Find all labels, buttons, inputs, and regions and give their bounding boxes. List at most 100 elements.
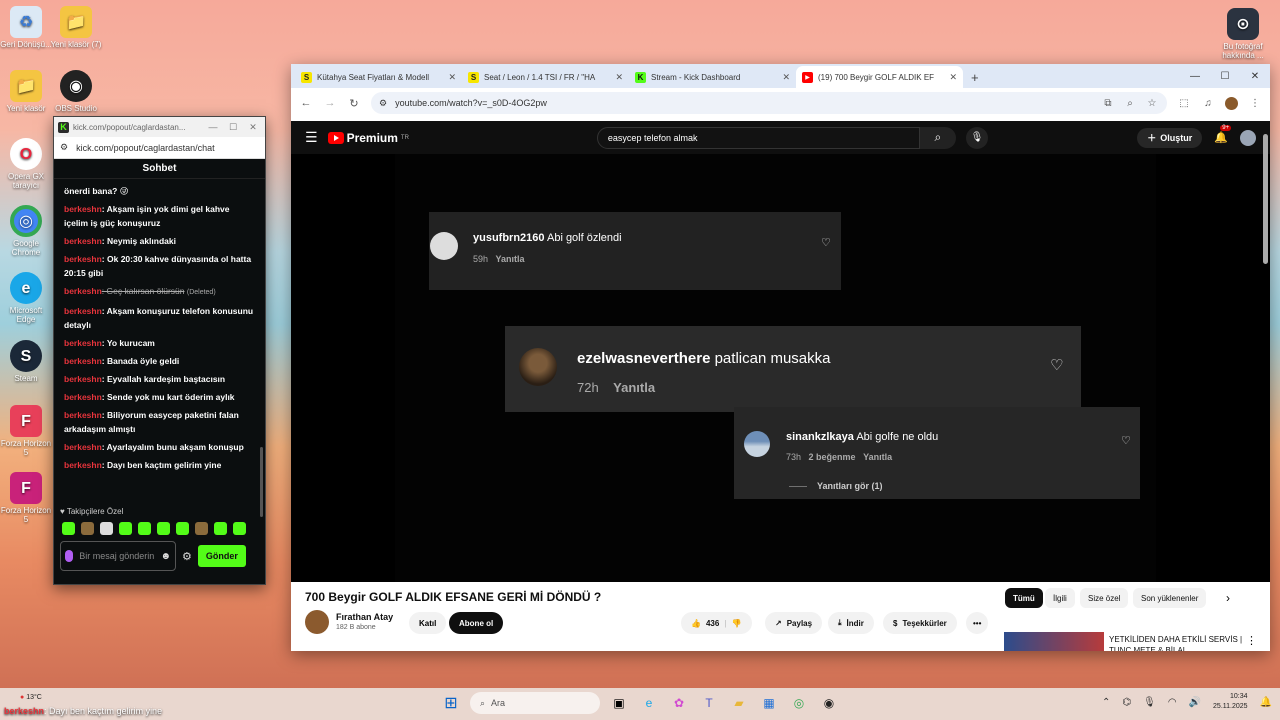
site-settings-icon[interactable]: ⚙ [60, 142, 68, 153]
desktop-icon-forza-horizon[interactable]: F Forza Horizon 5 [0, 405, 52, 457]
emote-icon[interactable] [233, 522, 246, 535]
bookmark-star-icon[interactable]: ☆ [1145, 98, 1159, 109]
desktop-icon-recycle-bin[interactable]: ♻ Geri Dönüşü... [0, 6, 52, 49]
account-avatar[interactable] [1240, 129, 1256, 146]
browser-menu-icon[interactable]: ⋮ [1248, 98, 1262, 109]
chat-username[interactable]: berkeshn [64, 286, 102, 296]
close-icon[interactable]: ✕ [245, 122, 261, 133]
chat-username[interactable]: berkeshn [64, 374, 102, 384]
chevron-right-icon[interactable]: › [1226, 591, 1230, 605]
send-button[interactable]: Gönder [197, 545, 246, 567]
microphone-icon[interactable]: 🎙 [965, 126, 988, 149]
weather-widget[interactable]: ● 13°C [20, 694, 42, 701]
emote-icon[interactable] [81, 522, 94, 535]
notifications-icon[interactable]: 🔔 [1260, 697, 1272, 708]
store-icon[interactable]: ▦ [758, 692, 780, 714]
taskbar-search[interactable]: ⌕ Ara [470, 692, 600, 714]
voice-icon[interactable] [65, 550, 73, 562]
teams-icon[interactable]: T [698, 692, 720, 714]
channel-name[interactable]: Fırathan Atay [336, 612, 393, 622]
address-bar[interactable]: ⚙ youtube.com/watch?v=_s0D-4OG2pw ⧉ ⌕ ☆ [371, 92, 1167, 114]
emote-icon[interactable] [138, 522, 151, 535]
desktop-icon-photo-info[interactable]: ⊙ Bu fotoğraf hakkında ... [1215, 8, 1271, 60]
site-info-icon[interactable]: ⚙ [379, 98, 387, 109]
tab-close-icon[interactable]: ✕ [615, 72, 623, 83]
chevron-up-icon[interactable]: ⌃ [1102, 697, 1110, 708]
emoji-icon[interactable]: ☻ [160, 551, 171, 562]
task-view-icon[interactable]: ▣ [608, 692, 630, 714]
chat-username[interactable]: berkeshn [64, 392, 102, 402]
emote-icon[interactable] [100, 522, 113, 535]
chrome-icon[interactable]: ◎ [788, 692, 810, 714]
copilot-icon[interactable]: ✿ [668, 692, 690, 714]
zoom-icon[interactable]: ⌕ [1123, 98, 1137, 109]
reload-icon[interactable]: ↻ [347, 97, 361, 110]
tab-close-icon[interactable]: ✕ [448, 72, 456, 83]
obs-icon[interactable]: ◉ [818, 692, 840, 714]
recommended-title[interactable]: YETKİLİDEN DAHA ETKİLİ SERVİS | TUNÇ MET… [1109, 634, 1244, 651]
chat-username[interactable]: berkeshn [64, 254, 102, 264]
chip-all[interactable]: Tümü [1005, 588, 1043, 608]
join-button[interactable]: Katıl [409, 612, 447, 634]
extensions-icon[interactable]: ⬚ [1177, 98, 1191, 109]
install-app-icon[interactable]: ⧉ [1101, 98, 1115, 109]
chat-username[interactable]: berkeshn [64, 204, 102, 214]
tab-youtube-video[interactable]: ▶ (19) 700 Beygir GOLF ALDIK EF ✕ [796, 66, 963, 88]
search-icon[interactable]: ⌕ [919, 126, 956, 149]
recommended-thumbnail[interactable] [1004, 632, 1104, 651]
desktop-icon-edge[interactable]: e Microsoft Edge [0, 272, 52, 324]
chat-username[interactable]: berkeshn [64, 442, 102, 452]
emote-icon[interactable] [195, 522, 208, 535]
thanks-button[interactable]: $ Teşekkürler [883, 612, 957, 634]
chip-recent[interactable]: Son yüklenenler [1133, 588, 1207, 608]
desktop-icon-new-folder-7[interactable]: 📁 Yeni klasör (7) [50, 6, 102, 49]
wifi-icon[interactable]: ◠ [1168, 697, 1177, 708]
notifications-bell-icon[interactable]: 🔔 9+ [1214, 125, 1232, 144]
emote-icon[interactable] [176, 522, 189, 535]
chat-message-input[interactable]: Bir mesaj gönderin ☻ [60, 541, 176, 571]
download-button[interactable]: ⤓ İndir [828, 612, 874, 634]
youtube-premium-logo[interactable]: Premium TR [327, 131, 409, 145]
new-tab-button[interactable]: + [963, 70, 987, 88]
desktop-icon-steam[interactable]: S Steam [0, 340, 52, 383]
chat-username[interactable]: berkeshn [64, 306, 102, 316]
emote-icon[interactable] [62, 522, 75, 535]
desktop-icon-forza-horizon-2[interactable]: F Forza Horizon 5 [0, 472, 52, 524]
video-player[interactable]: yusufbrn2160 Abi golf özlendi 59h Yanıtl… [291, 154, 1270, 582]
recommended-menu-icon[interactable]: ⋮ [1246, 634, 1257, 647]
emote-icon[interactable] [119, 522, 132, 535]
network-icon[interactable]: ⌬ [1122, 697, 1131, 708]
tab-seat-leon[interactable]: S Seat / Leon / 1.4 TSI / FR / "HA ✕ [462, 66, 629, 88]
youtube-search-input[interactable]: easycep telefon almak [596, 126, 920, 149]
page-scrollbar[interactable] [1263, 134, 1268, 264]
maximize-icon[interactable]: ☐ [225, 122, 241, 133]
subscribe-button[interactable]: Abone ol [449, 612, 504, 634]
chat-scrollbar[interactable] [260, 447, 263, 517]
close-icon[interactable]: ✕ [1240, 64, 1270, 88]
volume-icon[interactable]: 🔊 [1189, 697, 1201, 708]
hamburger-menu-icon[interactable]: ☰ [305, 129, 318, 146]
desktop-icon-opera-gx[interactable]: O Opera GX tarayıcı [0, 138, 52, 190]
minimize-icon[interactable]: — [1180, 64, 1210, 88]
file-explorer-icon[interactable]: ▰ [728, 692, 750, 714]
windows-start-icon[interactable]: ⊞ [440, 692, 462, 714]
emote-icon[interactable] [157, 522, 170, 535]
back-icon[interactable]: ← [299, 97, 313, 109]
microphone-icon[interactable]: 🎙 [1143, 697, 1156, 708]
channel-avatar[interactable] [305, 610, 329, 634]
media-control-icon[interactable]: ♫ [1201, 98, 1215, 109]
maximize-icon[interactable]: ☐ [1210, 64, 1240, 88]
chat-address-bar[interactable]: ⚙ kick.com/popout/caglardastan/chat [54, 137, 265, 159]
chip-related[interactable]: İlgili [1045, 588, 1075, 608]
tab-close-icon[interactable]: ✕ [949, 72, 957, 83]
minimize-icon[interactable]: — [205, 122, 221, 132]
like-button[interactable]: 👍 436 | 👎 [681, 612, 752, 634]
chat-username[interactable]: berkeshn [64, 338, 102, 348]
clock[interactable]: 10:34 25.11.2025 [1213, 692, 1248, 712]
emote-icon[interactable] [214, 522, 227, 535]
tab-close-icon[interactable]: ✕ [782, 72, 790, 83]
tab-kutahya-seat[interactable]: S Kütahya Seat Fiyatları & Modell ✕ [295, 66, 462, 88]
more-actions-button[interactable]: ••• [966, 612, 989, 634]
chat-message-list[interactable]: önerdi bana? 😜 berkeshn: Akşam işin yok … [54, 179, 265, 503]
chip-for-you[interactable]: Size özel [1080, 588, 1129, 608]
